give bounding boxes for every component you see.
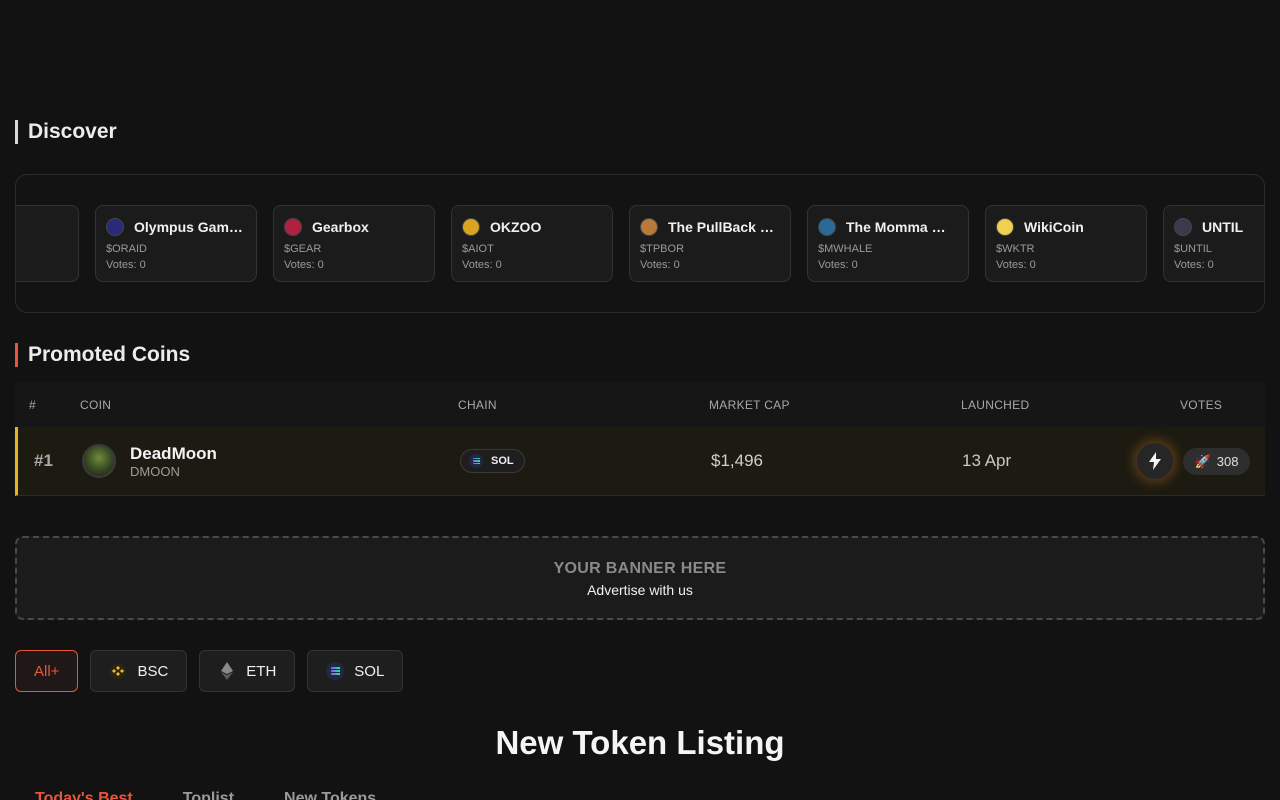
card-name: The Momma W… <box>846 219 958 235</box>
token-logo-icon <box>640 218 658 236</box>
token-logo-icon <box>996 218 1014 236</box>
discover-card[interactable]: The PullBack O… $TPBOR Votes: 0 <box>629 205 791 282</box>
banner-subtitle: Advertise with us <box>587 582 693 598</box>
solana-icon <box>469 454 483 468</box>
filter-sol[interactable]: SOL <box>307 650 404 692</box>
promoted-heading: Promoted Coins <box>28 343 191 366</box>
listing-tabs: Today's Best Toplist New Tokens <box>35 790 376 800</box>
card-votes: Votes: 0 <box>640 259 680 271</box>
card-symbol: $MWHALE <box>818 243 873 255</box>
header-rank: # <box>29 398 36 412</box>
card-symbol: $UNTIL <box>1174 243 1212 255</box>
discover-card[interactable]: The Momma W… $MWHALE Votes: 0 <box>807 205 969 282</box>
discover-card[interactable]: Gearbox $GEAR Votes: 0 <box>273 205 435 282</box>
discover-card[interactable]: ose <box>16 205 79 282</box>
discover-heading: Discover <box>28 120 117 143</box>
card-symbol: $TPBOR <box>640 243 685 255</box>
card-name: OKZOO <box>490 219 542 235</box>
filter-label: SOL <box>354 662 385 680</box>
listing-heading: New Token Listing <box>495 724 785 761</box>
card-symbol: $WKTR <box>996 243 1035 255</box>
filter-all[interactable]: All+ <box>15 650 79 692</box>
market-cap-value: $1,496 <box>711 451 763 470</box>
row-rank: #1 <box>34 451 53 470</box>
chain-badge: SOL <box>460 449 525 473</box>
token-logo-icon <box>462 218 480 236</box>
launched-date: 13 Apr <box>962 451 1012 470</box>
rocket-icon: 🚀 <box>1194 453 1211 469</box>
coin-name[interactable]: DeadMoon <box>130 444 217 464</box>
table-row[interactable]: #1 DeadMoon DMOON SOL $1,496 13 Apr 🚀 30… <box>15 427 1265 496</box>
ad-banner[interactable]: YOUR BANNER HERE Advertise with us <box>15 536 1265 620</box>
header-chain: CHAIN <box>458 398 497 412</box>
card-name: UNTIL <box>1202 219 1244 235</box>
card-votes: Votes: 0 <box>996 259 1036 271</box>
card-votes: Votes: 0 <box>818 259 858 271</box>
tab-toplist[interactable]: Toplist <box>183 790 234 800</box>
chain-label: SOL <box>491 455 514 467</box>
promoted-table: # COIN CHAIN MARKET CAP LAUNCHED VOTES #… <box>15 382 1265 496</box>
section-accent-bar <box>15 343 18 367</box>
filter-bsc[interactable]: BSC <box>90 650 188 692</box>
ethereum-icon <box>218 662 236 680</box>
coin-symbol: DMOON <box>130 464 180 479</box>
header-market-cap: MARKET CAP <box>709 398 790 412</box>
token-logo-icon <box>1174 218 1192 236</box>
card-name: Olympus Game… <box>134 219 246 235</box>
vote-count: 308 <box>1216 454 1239 469</box>
card-symbol: $ORAID <box>106 243 147 255</box>
discover-card[interactable]: OKZOO $AIOT Votes: 0 <box>451 205 613 282</box>
table-header: # COIN CHAIN MARKET CAP LAUNCHED VOTES <box>15 382 1265 427</box>
lightning-icon <box>1149 452 1161 470</box>
chain-filters: All+ BSC ETH SOL <box>15 650 404 692</box>
discover-card[interactable]: Olympus Game… $ORAID Votes: 0 <box>95 205 257 282</box>
discover-card[interactable]: WikiCoin $WKTR Votes: 0 <box>985 205 1147 282</box>
filter-label: All+ <box>34 662 60 680</box>
solana-icon <box>326 662 345 680</box>
header-votes: VOTES <box>1180 398 1223 412</box>
deadmoon-logo-icon <box>82 444 116 478</box>
filter-label: ETH <box>246 662 277 680</box>
filter-label: BSC <box>137 662 169 680</box>
card-name: Gearbox <box>312 219 369 235</box>
card-votes: Votes: 0 <box>462 259 502 271</box>
header-coin: COIN <box>80 398 112 412</box>
discover-carousel[interactable]: ose Olympus Game… $ORAID Votes: 0 Gearbo… <box>15 174 1265 313</box>
card-votes: Votes: 0 <box>1174 259 1214 271</box>
token-logo-icon <box>818 218 836 236</box>
token-logo-icon <box>106 218 124 236</box>
banner-title: YOUR BANNER HERE <box>553 560 727 577</box>
discover-track: ose Olympus Game… $ORAID Votes: 0 Gearbo… <box>16 205 1264 282</box>
header-launched: LAUNCHED <box>961 398 1030 412</box>
filter-eth[interactable]: ETH <box>199 650 296 692</box>
card-symbol: $AIOT <box>462 243 494 255</box>
card-symbol: $GEAR <box>284 243 322 255</box>
discover-card[interactable]: UNTIL $UNTIL Votes: 0 <box>1163 205 1264 282</box>
tab-new-tokens[interactable]: New Tokens <box>284 790 376 800</box>
boost-button[interactable] <box>1137 443 1173 479</box>
section-accent-bar <box>15 120 18 144</box>
promoted-section-title: Promoted Coins <box>15 342 190 368</box>
discover-section-title: Discover <box>15 119 117 145</box>
vote-button[interactable]: 🚀 308 <box>1183 448 1250 475</box>
card-name: The PullBack O… <box>668 219 780 235</box>
card-votes: Votes: 0 <box>284 259 324 271</box>
bnb-icon <box>109 662 127 680</box>
card-name: WikiCoin <box>1024 219 1084 235</box>
token-logo-icon <box>284 218 302 236</box>
tab-todays-best[interactable]: Today's Best <box>35 790 133 800</box>
card-votes: Votes: 0 <box>106 259 146 271</box>
